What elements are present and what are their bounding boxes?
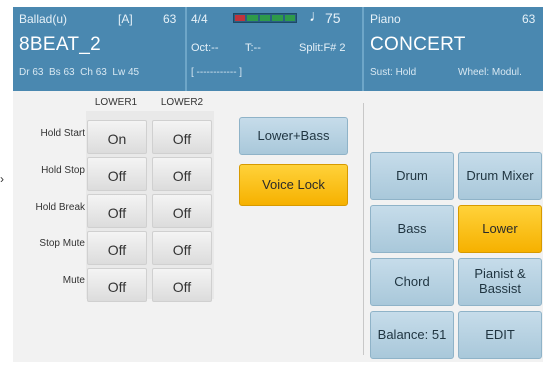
drum-button[interactable]: Drum — [370, 152, 454, 200]
edit-button[interactable]: EDIT — [458, 311, 542, 359]
level-meter — [233, 13, 297, 23]
stop-mute-lower2-toggle[interactable]: Off — [152, 231, 212, 265]
style-bank: [A] — [118, 12, 133, 26]
tempo-panel[interactable]: 4/4 ♩ 75 Oct:-- T:-- Split:F# 2 [ ------… — [187, 7, 362, 91]
row-label-stop-mute: Stop Mute — [39, 238, 85, 249]
voice-panel[interactable]: Piano 63 CONCERT Sust: Hold Wheel: Modul… — [364, 7, 543, 91]
split-point: Split:F# 2 — [299, 42, 346, 54]
quarter-note-icon: ♩ — [309, 8, 325, 25]
hold-break-lower1-toggle[interactable]: Off — [87, 194, 147, 228]
level-segment — [272, 15, 283, 21]
mute-lower2-toggle[interactable]: Off — [152, 268, 212, 302]
hold-start-lower1-toggle[interactable]: On — [87, 120, 147, 154]
lower-button[interactable]: Lower — [458, 205, 542, 253]
stop-mute-lower1-toggle[interactable]: Off — [87, 231, 147, 265]
style-name: Ballad(u) — [19, 12, 68, 26]
voice-number: 63 — [522, 12, 536, 26]
hold-stop-lower1-toggle[interactable]: Off — [87, 157, 147, 191]
bass-button[interactable]: Bass — [370, 205, 454, 253]
voice-main-name: CONCERT — [370, 34, 466, 55]
hold-start-lower2-toggle[interactable]: Off — [152, 120, 212, 154]
hold-break-lower2-toggle[interactable]: Off — [152, 194, 212, 228]
status-header: Ballad(u) [A] 63 8BEAT_2 Dr 63 Bs 63 Ch … — [13, 7, 543, 91]
pianist-bassist-button[interactable]: Pianist & Bassist — [458, 258, 542, 306]
row-label-hold-stop: Hold Stop — [41, 165, 85, 176]
level-segment — [259, 15, 271, 21]
hold-stop-lower2-toggle[interactable]: Off — [152, 157, 212, 191]
style-number: 63 — [163, 12, 177, 26]
level-segment — [235, 15, 246, 21]
drum-mixer-button[interactable]: Drum Mixer — [458, 152, 542, 200]
measure-readout: [ ------------ ] — [191, 67, 243, 78]
style-main-name: 8BEAT_2 — [19, 34, 102, 55]
section-divider — [363, 103, 364, 355]
style-panel[interactable]: Ballad(u) [A] 63 8BEAT_2 Dr 63 Bs 63 Ch … — [13, 7, 185, 91]
row-label-mute: Mute — [62, 275, 85, 286]
keyboard-screen: Ballad(u) [A] 63 8BEAT_2 Dr 63 Bs 63 Ch … — [13, 7, 543, 362]
transpose-readout: T:-- — [245, 42, 261, 54]
voice-lock-button[interactable]: Voice Lock — [239, 164, 348, 206]
column-header-lower1: LOWER1 — [94, 97, 138, 108]
row-label-hold-break: Hold Break — [35, 202, 85, 213]
column-header-lower2: LOWER2 — [160, 97, 204, 108]
wheel-mode: Wheel: Modul. — [458, 67, 522, 78]
voice-category: Piano — [370, 12, 401, 26]
level-segment — [247, 15, 258, 21]
lower-bass-button[interactable]: Lower+Bass — [239, 117, 348, 155]
time-signature: 4/4 — [191, 12, 208, 26]
mute-lower1-toggle[interactable]: Off — [87, 268, 147, 302]
row-label-hold-start: Hold Start — [40, 128, 85, 139]
balance-button[interactable]: Balance: 51 — [370, 311, 454, 359]
level-segment — [284, 15, 296, 21]
tempo-value: 75 — [325, 10, 341, 26]
scroll-left-arrow-icon[interactable]: › — [0, 172, 8, 186]
style-volumes: Dr 63 Bs 63 Ch 63 Lw 45 — [19, 67, 140, 78]
sustain-mode: Sust: Hold — [370, 67, 417, 78]
chord-button[interactable]: Chord — [370, 258, 454, 306]
octave-readout: Oct:-- — [191, 42, 219, 54]
